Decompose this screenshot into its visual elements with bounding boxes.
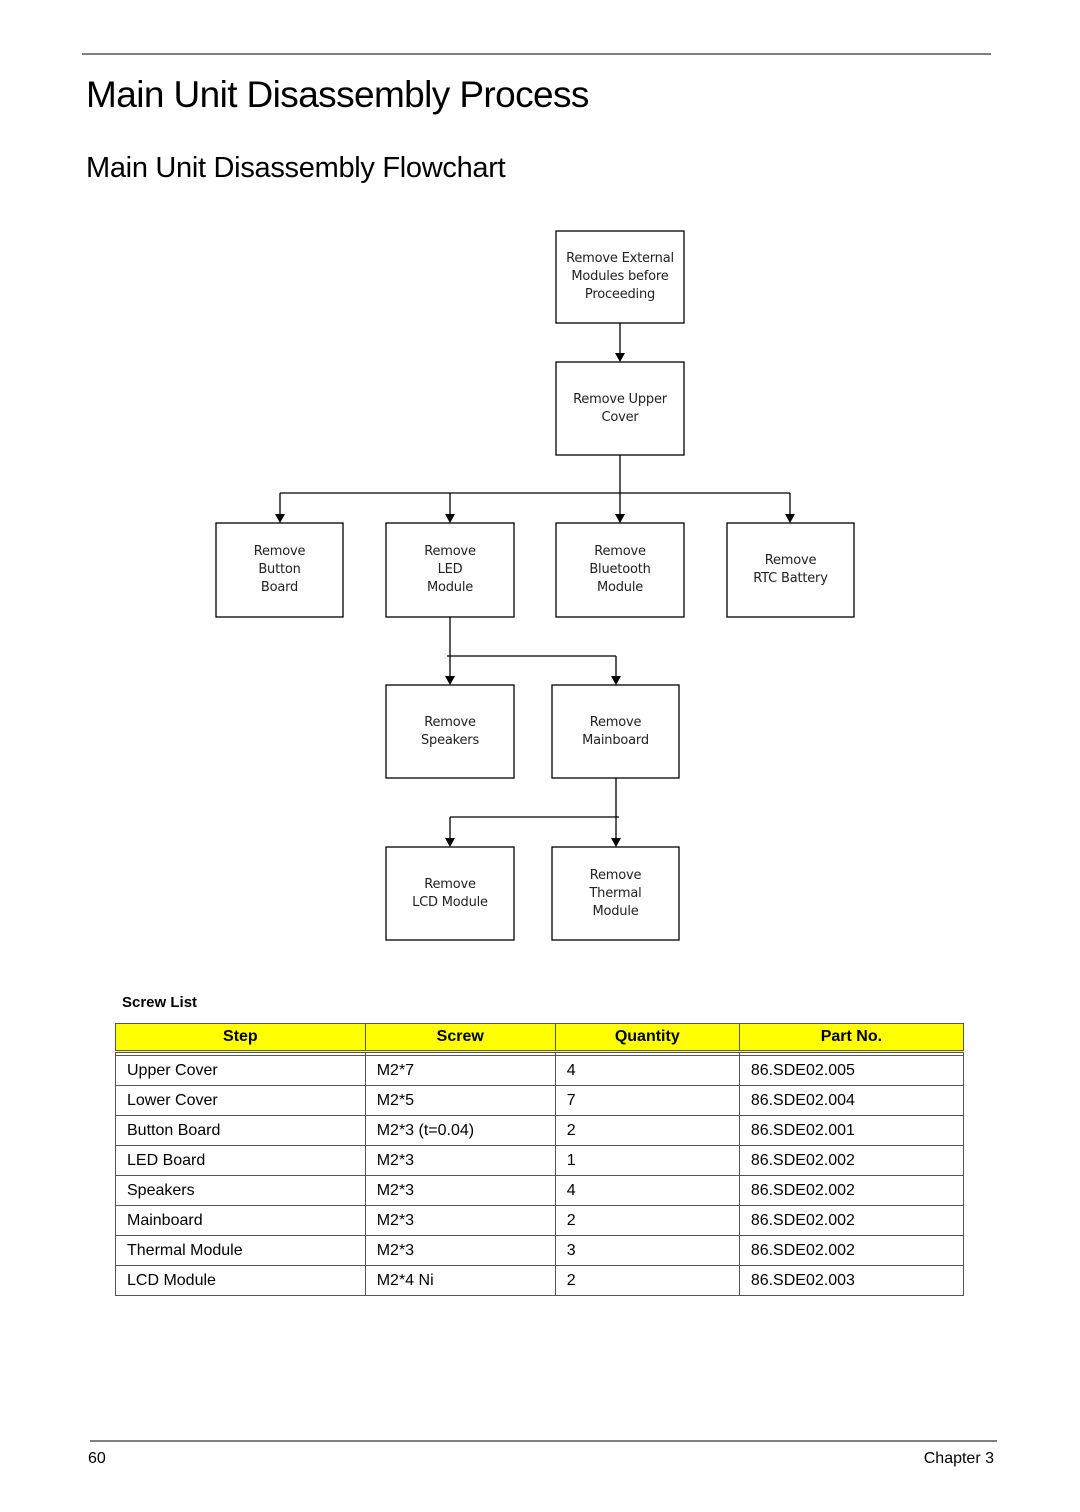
table-row: Lower Cover M2*5 7 86.SDE02.004 [115,1085,965,1116]
part-no-cell: 86.SDE02.003 [738,1265,965,1296]
arrowhead-icon [445,514,455,523]
flowchart-node-label: Remove Button Board [253,544,306,595]
flowchart-node-label: Remove Bluetooth Module [589,544,651,595]
part-no-cell: 86.SDE02.001 [738,1115,965,1146]
table-row: Button Board M2*3 (t=0.04) 2 86.SDE02.001 [115,1115,965,1146]
arrowhead-icon [275,514,285,523]
quantity-cell: 4 [554,1055,740,1086]
step-cell: Speakers [115,1175,366,1206]
arrowhead-icon [785,514,795,523]
quantity-cell: 2 [554,1115,740,1146]
part-no-cell: 86.SDE02.005 [738,1055,965,1086]
table-row: Thermal Module M2*3 3 86.SDE02.002 [115,1235,965,1266]
arrowhead-icon [445,676,455,685]
screw-cell: M2*3 [364,1145,556,1176]
flowchart-node-label: Remove Upper Cover [573,391,667,425]
page-title: Main Unit Disassembly Process [86,74,589,115]
column-header-step: Step [115,1023,366,1053]
flowchart-node-label: Remove Thermal Module [589,867,642,919]
arrowhead-icon [611,838,621,847]
step-cell: LCD Module [115,1265,366,1296]
quantity-cell: 1 [554,1145,740,1176]
arrowhead-icon [615,514,625,523]
step-cell: Mainboard [115,1205,366,1236]
quantity-cell: 3 [554,1235,740,1266]
screw-cell: M2*3 [364,1235,556,1266]
screw-cell: M2*3 (t=0.04) [364,1115,556,1146]
flowchart-node-label: Remove Mainboard [582,714,649,748]
part-no-cell: 86.SDE02.002 [738,1175,965,1206]
step-cell: Upper Cover [115,1055,366,1086]
part-no-cell: 86.SDE02.002 [738,1205,965,1236]
header-rule [82,53,991,55]
screw-list-table: Step Screw Quantity Part No. Upper Cover… [115,1023,965,1296]
step-cell: Lower Cover [115,1085,366,1116]
quantity-cell: 2 [554,1205,740,1236]
flowchart-node-label: Remove RTC Battery [753,553,828,586]
column-header-part-no: Part No. [738,1023,965,1053]
footer-rule [90,1440,997,1442]
screw-cell: M2*3 [364,1175,556,1206]
flowchart-node-label: Remove External Modules before Proceedin… [566,251,674,302]
column-header-screw: Screw [364,1023,556,1053]
arrowhead-icon [615,353,625,362]
disassembly-flowchart [215,230,855,941]
flowchart-node-label: Remove Speakers [420,714,480,748]
part-no-cell: 86.SDE02.004 [738,1085,965,1116]
screw-cell: M2*4 Ni [364,1265,556,1296]
step-cell: LED Board [115,1145,366,1176]
screw-cell: M2*3 [364,1205,556,1236]
flowchart-connectors [275,323,795,847]
table-row: Upper Cover M2*7 4 86.SDE02.005 [115,1055,965,1086]
screw-cell: M2*5 [364,1085,556,1116]
quantity-cell: 7 [554,1085,740,1116]
step-cell: Button Board [115,1115,366,1146]
section-title: Main Unit Disassembly Flowchart [86,152,506,184]
table-row: Speakers M2*3 4 86.SDE02.002 [115,1175,965,1206]
chapter-label: Chapter 3 [923,1450,994,1467]
part-no-cell: 86.SDE02.002 [738,1235,965,1266]
screw-cell: M2*7 [364,1055,556,1086]
quantity-cell: 4 [554,1175,740,1206]
flowchart-node-label: Remove LCD Module [412,876,488,910]
table-row: Mainboard M2*3 2 86.SDE02.002 [115,1205,965,1236]
screw-list-caption: Screw List [122,994,198,1011]
page-number: 60 [88,1450,106,1467]
quantity-cell: 2 [554,1265,740,1296]
arrowhead-icon [611,676,621,685]
step-cell: Thermal Module [115,1235,366,1266]
table-header-row: Step Screw Quantity Part No. [115,1023,965,1053]
part-no-cell: 86.SDE02.002 [738,1145,965,1176]
arrowhead-icon [445,838,455,847]
table-row: LCD Module M2*4 Ni 2 86.SDE02.003 [115,1265,965,1296]
column-header-quantity: Quantity [554,1023,740,1053]
table-row: LED Board M2*3 1 86.SDE02.002 [115,1145,965,1176]
flowchart-node-label: Remove LED Module [424,544,476,595]
